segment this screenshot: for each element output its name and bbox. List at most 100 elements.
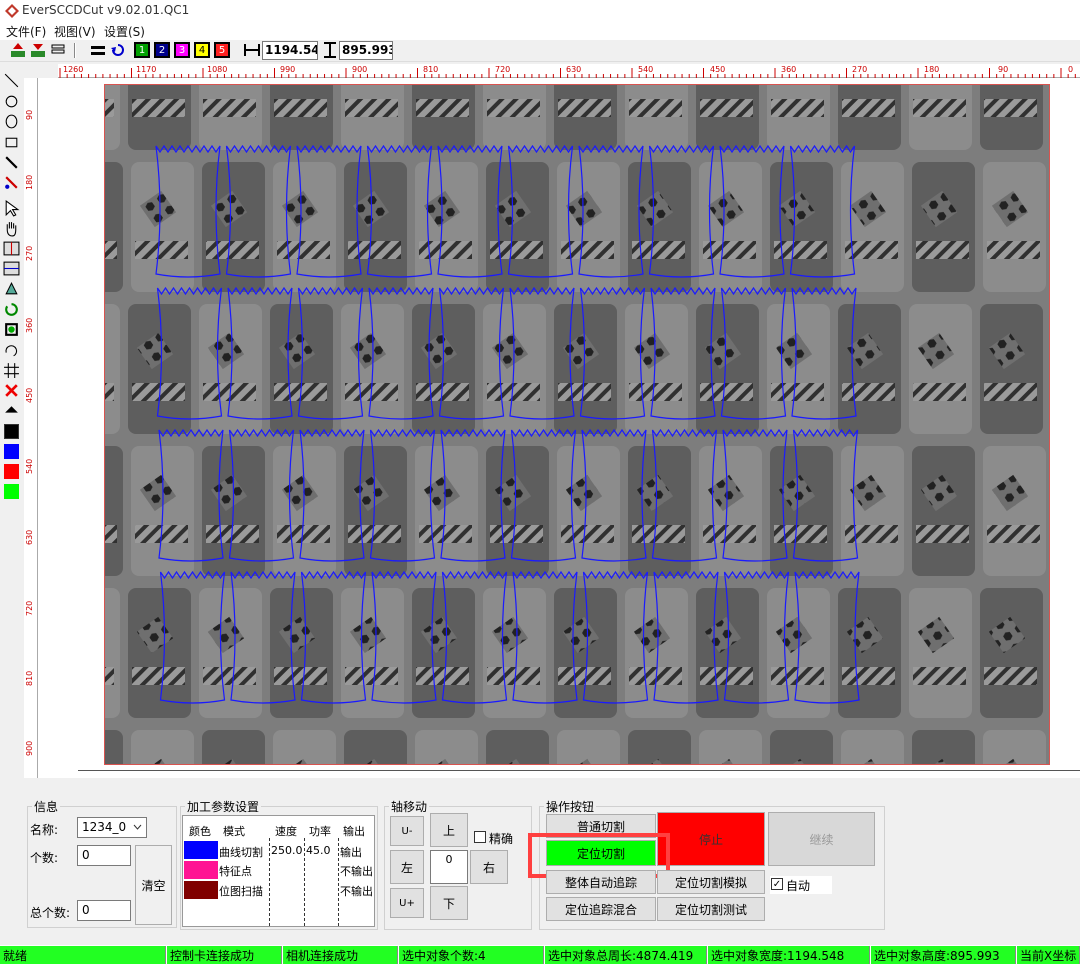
process-params-title: 加工参数设置 <box>187 800 260 814</box>
right-button[interactable]: 右 <box>470 850 508 884</box>
param-row-output: 不输出 <box>340 865 373 878</box>
fill-tool-icon[interactable] <box>3 402 20 419</box>
param-row-mode: 位图扫描 <box>219 885 263 898</box>
mirror-horizontal-icon[interactable] <box>3 240 20 257</box>
hand-pan-icon[interactable] <box>3 220 20 237</box>
color-button-3[interactable]: 3 <box>174 42 190 58</box>
menu-settings[interactable]: 设置(S) <box>104 23 145 40</box>
status-selected-height: 选中对象高度:895.993 <box>871 946 1016 964</box>
pen-tool-icon[interactable] <box>3 154 20 171</box>
crop-tool-icon[interactable] <box>3 321 20 338</box>
swatch-blue[interactable] <box>4 444 19 459</box>
circle-tool-icon[interactable] <box>3 93 20 110</box>
title-bar: EverSCCDCut v9.02.01.QC1 <box>0 0 1080 22</box>
line-weight-icon[interactable] <box>90 42 106 58</box>
swatch-green[interactable] <box>4 484 19 499</box>
total-count-field[interactable]: 0 <box>77 900 131 921</box>
up-button[interactable]: 上 <box>430 813 468 847</box>
ruler-label: 1080 <box>207 65 228 74</box>
width-input[interactable]: 1194.548 <box>262 41 318 60</box>
clear-button[interactable]: 清空 <box>135 845 172 925</box>
param-row-color[interactable] <box>184 841 218 859</box>
total-count-label: 总个数: <box>30 906 71 920</box>
export-icon[interactable] <box>30 42 46 58</box>
stop-button[interactable]: 停止 <box>657 812 765 866</box>
app-logo-icon <box>5 4 19 18</box>
layers-icon[interactable] <box>50 42 66 58</box>
edit-node-icon[interactable] <box>3 174 20 191</box>
color-button-2[interactable]: 2 <box>154 42 170 58</box>
status-selected-count: 选中对象个数:4 <box>399 946 544 964</box>
param-header-mode: 模式 <box>223 825 245 838</box>
color-button-1[interactable]: 1 <box>134 42 150 58</box>
precise-checkbox[interactable] <box>474 831 486 843</box>
work-canvas[interactable] <box>38 78 1080 778</box>
import-icon[interactable] <box>10 42 26 58</box>
ruler-label: 90 <box>998 65 1009 74</box>
color-button-5[interactable]: 5 <box>214 42 230 58</box>
color-button-4[interactable]: 4 <box>194 42 210 58</box>
count-field[interactable]: 0 <box>77 845 131 866</box>
ruler-label: 0 <box>1068 65 1074 74</box>
grid-array-icon[interactable] <box>3 362 20 379</box>
menu-file[interactable]: 文件(F) <box>6 23 46 40</box>
rectangle-tool-icon[interactable] <box>3 134 20 151</box>
scale-tool-icon[interactable] <box>3 280 20 297</box>
status-ready: 就绪 <box>0 946 166 964</box>
mirror-vertical-icon[interactable] <box>3 260 20 277</box>
param-table[interactable]: 颜色 模式 速度 功率 输出 曲线切割 250.0 45.0 输出 特征点 不输… <box>182 815 375 927</box>
name-select[interactable]: 1234_0 <box>77 817 147 838</box>
ruler-label: 1260 <box>63 65 84 74</box>
select-arrow-icon[interactable] <box>3 200 20 217</box>
param-row-color[interactable] <box>184 861 218 879</box>
rotate-tool-icon[interactable] <box>3 301 20 318</box>
u-plus-button[interactable]: U+ <box>390 888 424 918</box>
toolbar-separator <box>74 43 76 58</box>
ruler-label: 630 <box>566 65 582 74</box>
arc-tool-icon[interactable] <box>3 342 20 359</box>
continue-button[interactable]: 继续 <box>768 812 875 866</box>
col-divider <box>269 838 270 926</box>
param-header-color: 颜色 <box>189 825 211 838</box>
status-camera: 相机连接成功 <box>283 946 398 964</box>
precise-label: 精确 <box>489 832 514 846</box>
menu-bar: 文件(F) 视图(V) 设置(S) <box>0 22 1080 40</box>
name-select-value: 1234_0 <box>82 820 127 834</box>
undo-icon[interactable] <box>110 42 126 58</box>
menu-view[interactable]: 视图(V) <box>54 23 96 40</box>
line-tool-icon[interactable] <box>3 72 20 89</box>
left-ruler: 90 180 270 360 450 540 630 720 810 900 <box>24 78 38 778</box>
ruler-label: 450 <box>25 387 34 403</box>
ruler-label: 810 <box>423 65 439 74</box>
info-group-title: 信息 <box>34 800 59 814</box>
swatch-black[interactable] <box>4 424 19 439</box>
down-button[interactable]: 下 <box>430 886 468 920</box>
u-minus-button[interactable]: U- <box>390 816 424 846</box>
step-field[interactable]: 0 <box>430 850 468 884</box>
left-toolbox <box>0 62 24 792</box>
ellipse-tool-icon[interactable] <box>3 113 20 130</box>
col-divider <box>338 838 339 926</box>
param-row-output: 输出 <box>340 846 362 859</box>
ruler-label: 900 <box>25 740 34 756</box>
whole-auto-track-button[interactable]: 整体自动追踪 <box>546 870 656 894</box>
locate-cut-simulate-button[interactable]: 定位切割模拟 <box>657 870 765 894</box>
locate-track-mix-button[interactable]: 定位追踪混合 <box>546 897 656 921</box>
ruler-label: 540 <box>25 458 34 474</box>
delete-icon[interactable] <box>3 382 20 399</box>
top-ruler: 1260 1170 1080 990 900 810 720 630 540 4… <box>58 64 1080 78</box>
param-row-color[interactable] <box>184 881 218 899</box>
auto-checkbox[interactable]: ✓ <box>771 878 783 890</box>
left-button[interactable]: 左 <box>390 850 424 884</box>
ruler-label: 630 <box>25 529 34 545</box>
operation-buttons-title: 操作按钮 <box>546 800 595 814</box>
height-input[interactable]: 895.993 <box>339 41 393 60</box>
bottom-ruler <box>78 770 1080 778</box>
swatch-red[interactable] <box>4 464 19 479</box>
col-divider <box>304 838 305 926</box>
param-header-speed: 速度 <box>275 825 297 838</box>
locate-cut-test-button[interactable]: 定位切割测试 <box>657 897 765 921</box>
window-title: EverSCCDCut v9.02.01.QC1 <box>22 3 190 17</box>
status-bar: 就绪 控制卡连接成功 相机连接成功 选中对象个数:4 选中对象总周长:4874.… <box>0 945 1080 965</box>
count-label: 个数: <box>30 851 59 865</box>
